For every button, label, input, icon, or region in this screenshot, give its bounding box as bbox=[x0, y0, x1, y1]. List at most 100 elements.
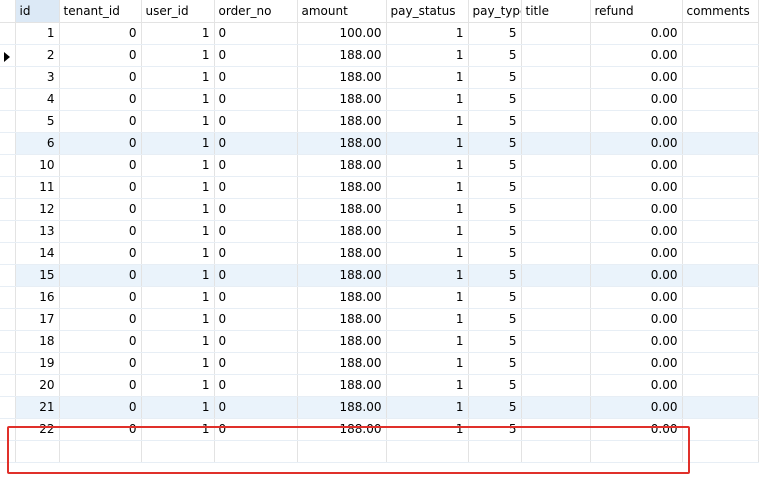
cell-pay-type[interactable]: 5 bbox=[468, 264, 522, 287]
cell-order-no[interactable]: 0 bbox=[214, 264, 298, 287]
cell-pay-status[interactable]: 1 bbox=[386, 374, 469, 397]
cell-tenant-id[interactable]: 0 bbox=[59, 66, 142, 89]
cell-user-id[interactable]: 1 bbox=[141, 374, 215, 397]
cell-user-id[interactable]: 1 bbox=[141, 220, 215, 243]
cell-tenant-id[interactable]: 0 bbox=[59, 330, 142, 353]
cell-pay-type[interactable]: 5 bbox=[468, 154, 522, 177]
cell-id[interactable]: 4 bbox=[15, 88, 60, 111]
cell-comments[interactable] bbox=[682, 220, 759, 243]
empty-cell[interactable] bbox=[468, 440, 522, 463]
cell-tenant-id[interactable]: 0 bbox=[59, 110, 142, 133]
cell-pay-status[interactable]: 1 bbox=[386, 308, 469, 331]
empty-cell[interactable] bbox=[521, 440, 591, 463]
cell-pay-status[interactable]: 1 bbox=[386, 154, 469, 177]
cell-user-id[interactable]: 1 bbox=[141, 22, 215, 45]
cell-pay-status[interactable]: 1 bbox=[386, 44, 469, 67]
cell-tenant-id[interactable]: 0 bbox=[59, 22, 142, 45]
empty-cell[interactable] bbox=[15, 440, 60, 463]
cell-amount[interactable]: 188.00 bbox=[297, 352, 387, 375]
cell-comments[interactable] bbox=[682, 22, 759, 45]
cell-tenant-id[interactable]: 0 bbox=[59, 308, 142, 331]
cell-pay-status[interactable]: 1 bbox=[386, 66, 469, 89]
cell-comments[interactable] bbox=[682, 88, 759, 111]
cell-pay-status[interactable]: 1 bbox=[386, 264, 469, 287]
column-header-amount[interactable]: amount bbox=[297, 0, 387, 23]
cell-title[interactable] bbox=[521, 132, 591, 155]
cell-refund[interactable]: 0.00 bbox=[590, 88, 683, 111]
cell-pay-type[interactable]: 5 bbox=[468, 220, 522, 243]
cell-tenant-id[interactable]: 0 bbox=[59, 264, 142, 287]
cell-refund[interactable]: 0.00 bbox=[590, 220, 683, 243]
result-grid[interactable]: id tenant_id user_id order_no amount pay… bbox=[0, 0, 759, 474]
cell-id[interactable]: 3 bbox=[15, 66, 60, 89]
cell-refund[interactable]: 0.00 bbox=[590, 264, 683, 287]
column-header-order-no[interactable]: order_no bbox=[214, 0, 298, 23]
cell-tenant-id[interactable]: 0 bbox=[59, 286, 142, 309]
cell-title[interactable] bbox=[521, 154, 591, 177]
column-header-user-id[interactable]: user_id bbox=[141, 0, 215, 23]
cell-pay-type[interactable]: 5 bbox=[468, 44, 522, 67]
cell-id[interactable]: 21 bbox=[15, 396, 60, 419]
cell-refund[interactable]: 0.00 bbox=[590, 374, 683, 397]
cell-user-id[interactable]: 1 bbox=[141, 66, 215, 89]
cell-id[interactable]: 10 bbox=[15, 154, 60, 177]
table-row[interactable]: 18 0 1 0 188.00 1 5 0.00 bbox=[0, 330, 759, 353]
cell-refund[interactable]: 0.00 bbox=[590, 132, 683, 155]
cell-amount[interactable]: 188.00 bbox=[297, 88, 387, 111]
cell-title[interactable] bbox=[521, 110, 591, 133]
cell-refund[interactable]: 0.00 bbox=[590, 418, 683, 441]
row-selector[interactable] bbox=[0, 198, 16, 221]
cell-user-id[interactable]: 1 bbox=[141, 154, 215, 177]
cell-pay-type[interactable]: 5 bbox=[468, 242, 522, 265]
cell-order-no[interactable]: 0 bbox=[214, 66, 298, 89]
cell-refund[interactable]: 0.00 bbox=[590, 176, 683, 199]
cell-user-id[interactable]: 1 bbox=[141, 418, 215, 441]
cell-refund[interactable]: 0.00 bbox=[590, 308, 683, 331]
cell-pay-type[interactable]: 5 bbox=[468, 66, 522, 89]
cell-user-id[interactable]: 1 bbox=[141, 198, 215, 221]
cell-pay-status[interactable]: 1 bbox=[386, 418, 469, 441]
cell-amount[interactable]: 188.00 bbox=[297, 286, 387, 309]
cell-comments[interactable] bbox=[682, 132, 759, 155]
cell-tenant-id[interactable]: 0 bbox=[59, 88, 142, 111]
row-selector[interactable] bbox=[0, 418, 16, 441]
cell-title[interactable] bbox=[521, 330, 591, 353]
cell-pay-status[interactable]: 1 bbox=[386, 286, 469, 309]
cell-pay-type[interactable]: 5 bbox=[468, 396, 522, 419]
cell-id[interactable]: 18 bbox=[15, 330, 60, 353]
cell-pay-status[interactable]: 1 bbox=[386, 110, 469, 133]
column-header-comments[interactable]: comments bbox=[682, 0, 759, 23]
cell-pay-type[interactable]: 5 bbox=[468, 132, 522, 155]
cell-user-id[interactable]: 1 bbox=[141, 242, 215, 265]
cell-comments[interactable] bbox=[682, 66, 759, 89]
cell-title[interactable] bbox=[521, 88, 591, 111]
cell-id[interactable]: 14 bbox=[15, 242, 60, 265]
cell-pay-status[interactable]: 1 bbox=[386, 22, 469, 45]
cell-tenant-id[interactable]: 0 bbox=[59, 374, 142, 397]
table-row[interactable]: 3 0 1 0 188.00 1 5 0.00 bbox=[0, 66, 759, 89]
cell-comments[interactable] bbox=[682, 330, 759, 353]
row-selector[interactable] bbox=[0, 22, 16, 45]
cell-tenant-id[interactable]: 0 bbox=[59, 44, 142, 67]
cell-amount[interactable]: 188.00 bbox=[297, 264, 387, 287]
cell-id[interactable]: 12 bbox=[15, 198, 60, 221]
cell-amount[interactable]: 100.00 bbox=[297, 22, 387, 45]
cell-order-no[interactable]: 0 bbox=[214, 198, 298, 221]
row-selector[interactable] bbox=[0, 110, 16, 133]
cell-title[interactable] bbox=[521, 418, 591, 441]
cell-title[interactable] bbox=[521, 286, 591, 309]
cell-user-id[interactable]: 1 bbox=[141, 88, 215, 111]
empty-cell[interactable] bbox=[59, 440, 142, 463]
table-row[interactable]: 5 0 1 0 188.00 1 5 0.00 bbox=[0, 110, 759, 133]
cell-id[interactable]: 17 bbox=[15, 308, 60, 331]
row-selector[interactable] bbox=[0, 308, 16, 331]
column-header-pay-type[interactable]: pay_type bbox=[468, 0, 522, 23]
column-header-id[interactable]: id bbox=[15, 0, 60, 23]
cell-amount[interactable]: 188.00 bbox=[297, 132, 387, 155]
cell-refund[interactable]: 0.00 bbox=[590, 330, 683, 353]
cell-refund[interactable]: 0.00 bbox=[590, 110, 683, 133]
cell-pay-type[interactable]: 5 bbox=[468, 374, 522, 397]
cell-pay-status[interactable]: 1 bbox=[386, 132, 469, 155]
cell-id[interactable]: 13 bbox=[15, 220, 60, 243]
cell-amount[interactable]: 188.00 bbox=[297, 66, 387, 89]
